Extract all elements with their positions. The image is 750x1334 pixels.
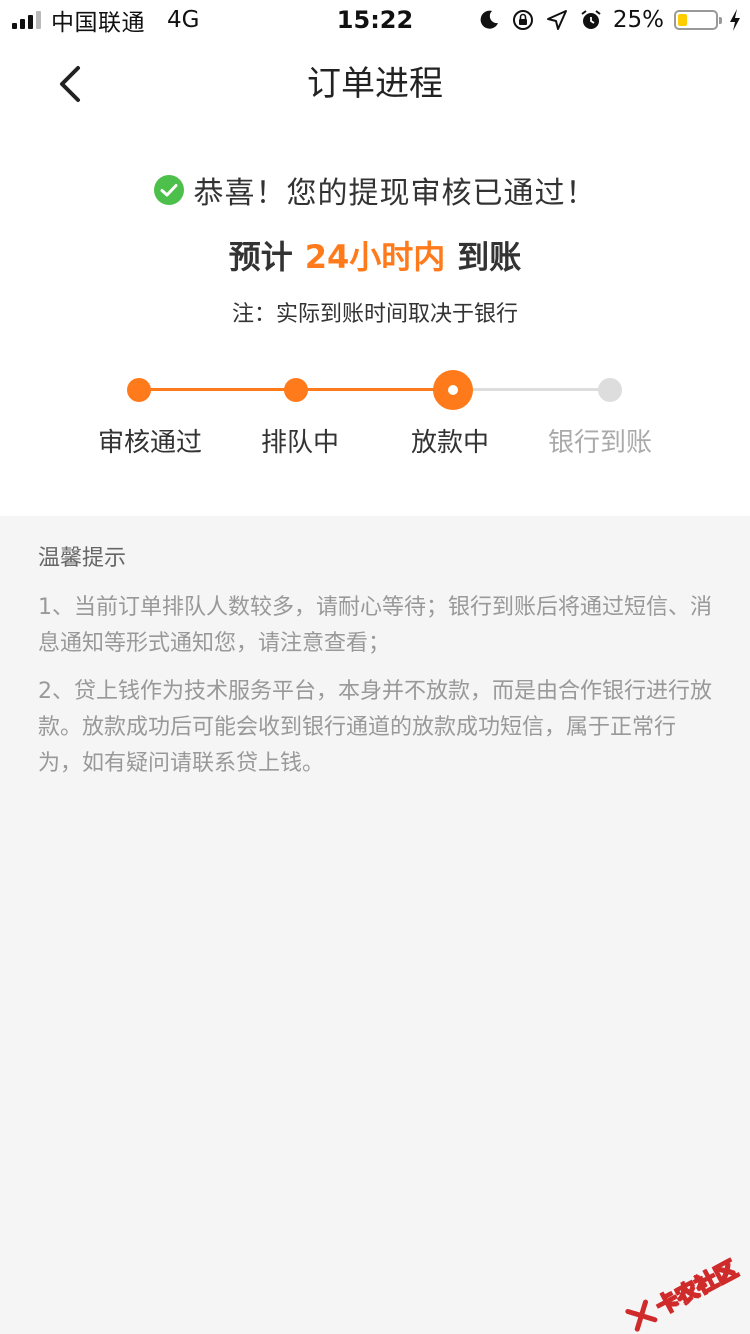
battery-percent: 25% — [612, 7, 664, 33]
step-dot-2 — [284, 378, 308, 402]
status-right: 25% — [477, 6, 742, 34]
back-button[interactable] — [40, 54, 100, 114]
battery-icon — [674, 10, 722, 30]
step-dot-1 — [127, 378, 151, 402]
progress-track-2 — [296, 388, 453, 391]
step-dot-3 — [433, 370, 473, 410]
step-label-4: 银行到账 — [547, 428, 652, 458]
location-icon — [546, 10, 567, 30]
status-card: 恭喜！您的提现审核已通过！ 预计 24小时内 到账 注：实际到账时间取决于银行 审核… — [0, 128, 750, 516]
watermark: 卡农社区 — [621, 1252, 743, 1334]
tip-item-2: 2、贷上钱作为技术服务平台，本身并不放款，而是由合作银行进行放款。放款成功后可能… — [38, 679, 712, 776]
status-bar: 中国联通 4G 15:22 25% — [0, 0, 750, 40]
step-label-1: 审核通过 — [97, 428, 202, 458]
bank-note: 注：实际到账时间取决于银行 — [231, 302, 518, 327]
nav-bar: 订单进程 — [0, 40, 750, 128]
progress-steps: 审核通过 排队中 放款中 银行到账 — [0, 364, 750, 464]
tips-title: 温馨提示 — [38, 546, 127, 571]
battery-fill — [678, 14, 687, 26]
tips-section: 温馨提示 1、当前订单排队人数较多，请耐心等待；银行到账后将通过短信、消息通知等… — [38, 540, 718, 794]
rotation-lock-icon — [512, 10, 533, 30]
step-label-3: 放款中 — [410, 428, 489, 458]
tip-item-1: 1、当前订单排队人数较多，请耐心等待；银行到账后将通过短信、消息通知等形式通知您… — [38, 595, 712, 656]
alarm-icon — [581, 10, 601, 29]
eta-highlight: 24小时内 — [304, 238, 446, 276]
chevron-left-icon — [60, 66, 80, 102]
step-label-2: 排队中 — [260, 428, 339, 458]
progress-track-1 — [139, 388, 296, 391]
step-dot-4 — [598, 378, 622, 402]
eta-prefix: 预计 — [228, 238, 293, 276]
page-title: 订单进程 — [307, 64, 443, 104]
check-circle-icon — [153, 175, 184, 205]
watermark-text: 卡农社区 — [652, 1256, 743, 1321]
eta-suffix: 到账 — [457, 238, 522, 276]
moon-icon — [480, 10, 498, 29]
charging-icon — [730, 9, 740, 31]
success-message: 恭喜！您的提现审核已通过！ — [0, 168, 750, 212]
screen: 中国联通 4G 15:22 25% 订单进程 恭喜！您的提现审核已通过！ 预计 … — [0, 0, 750, 1334]
eta-line: 预计 24小时内 到账 — [0, 232, 750, 278]
success-text: 恭喜！您的提现审核已通过！ — [193, 176, 597, 211]
progress-track-3 — [453, 388, 610, 391]
